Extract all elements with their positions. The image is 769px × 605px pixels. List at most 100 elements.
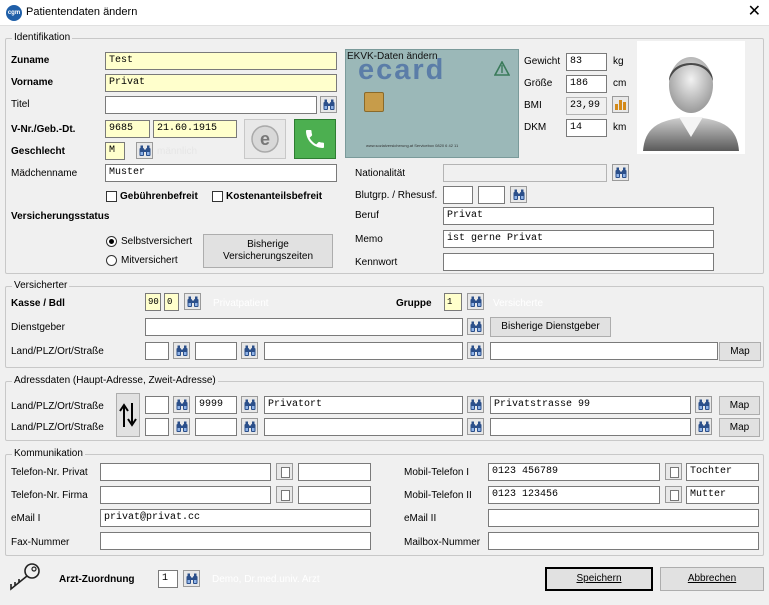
selbstversichert-radio[interactable]: [106, 236, 117, 247]
versicherter-ort-search-button[interactable]: [467, 342, 484, 359]
memo-input[interactable]: ist gerne Privat: [443, 230, 714, 248]
adresse2-land-search-button[interactable]: [173, 418, 190, 435]
versicherter-land-search-button[interactable]: [173, 342, 190, 359]
adresse2-ort-search-button[interactable]: [467, 418, 484, 435]
save-button[interactable]: Speichern: [545, 567, 653, 591]
gruppe-label: Gruppe: [396, 298, 432, 309]
kennwort-input[interactable]: [443, 253, 714, 271]
kostenanteilsbefreit-checkbox[interactable]: [212, 191, 223, 202]
adresse1-map-button[interactable]: Map: [719, 396, 760, 415]
titel-search-button[interactable]: [320, 96, 337, 113]
adresse2-plz-search-button[interactable]: [241, 418, 258, 435]
bisherige-versicherungszeiten-button[interactable]: Bisherige Versicherungszeiten: [203, 234, 333, 268]
gebuehrenbefreit-checkbox[interactable]: [106, 191, 117, 202]
mobil1-note-input[interactable]: Tochter: [686, 463, 759, 481]
email1-input[interactable]: privat@privat.cc: [100, 509, 371, 527]
blutgruppe-input[interactable]: [443, 186, 473, 204]
kasse-search-button[interactable]: [184, 293, 201, 310]
mailbox-input[interactable]: [488, 532, 759, 550]
mitversichert-radio[interactable]: [106, 255, 117, 266]
adresse2-plz-input[interactable]: [195, 418, 237, 436]
birthdate-input[interactable]: 21.60.1915: [153, 120, 237, 138]
adresse1-strasse-search-button[interactable]: [695, 396, 712, 413]
bmi-chart-button[interactable]: [612, 96, 629, 113]
adresse2-strasse-search-button[interactable]: [695, 418, 712, 435]
telefon-privat-note-input[interactable]: [298, 463, 371, 481]
maedchenname-input[interactable]: Muster: [105, 164, 337, 182]
versicherter-ort-input[interactable]: [264, 342, 463, 360]
bdl-input[interactable]: 0: [164, 293, 179, 311]
adresse2-ort-input[interactable]: [264, 418, 463, 436]
telefon-firma-list-icon[interactable]: [276, 486, 293, 503]
ecard-read-button[interactable]: e: [244, 119, 286, 159]
versicherter-plz-search-button[interactable]: [241, 342, 258, 359]
groesse-input[interactable]: 186: [566, 75, 607, 93]
adresse1-plz-input[interactable]: 9999: [195, 396, 237, 414]
dienstgeber-input[interactable]: [145, 318, 463, 336]
swap-arrows-icon: [119, 403, 137, 427]
adresse1-ort-search-button[interactable]: [467, 396, 484, 413]
beruf-input[interactable]: Privat: [443, 207, 714, 225]
kasse-name: Privatpatient: [213, 298, 269, 309]
telefon-firma-input[interactable]: [100, 486, 271, 504]
versicherter-plz-input[interactable]: [195, 342, 237, 360]
email2-label: eMail II: [404, 513, 437, 524]
groesse-label: Größe: [524, 78, 553, 89]
vnr-input[interactable]: 9685: [105, 120, 150, 138]
gruppe-search-button[interactable]: [467, 293, 484, 310]
adresse1-strasse-input[interactable]: Privatstrasse 99: [490, 396, 691, 414]
email2-input[interactable]: [488, 509, 759, 527]
blutgruppe-search-button[interactable]: [510, 186, 527, 203]
kasse-input[interactable]: 90: [145, 293, 161, 311]
mobil1-input[interactable]: 0123 456789: [488, 463, 660, 481]
adresse1-ort-input[interactable]: Privatort: [264, 396, 463, 414]
swap-address-button[interactable]: [116, 393, 140, 437]
email1-label: eMail I: [11, 513, 41, 524]
versicherter-land-input[interactable]: [145, 342, 169, 360]
fax-input[interactable]: [100, 532, 371, 550]
adresse1-label: Land/PLZ/Ort/Straße: [11, 401, 104, 412]
dienstgeber-search-button[interactable]: [467, 318, 484, 335]
telefon-firma-note-input[interactable]: [298, 486, 371, 504]
zuname-input[interactable]: Test: [105, 52, 337, 70]
versicherter-map-button[interactable]: Map: [719, 342, 761, 361]
bar-chart-icon: [615, 100, 626, 110]
geschlecht-search-button[interactable]: [136, 142, 153, 159]
telefon-privat-list-icon[interactable]: [276, 463, 293, 480]
close-icon[interactable]: ✕: [748, 3, 761, 21]
bisherige-dienstgeber-button[interactable]: Bisherige Dienstgeber: [490, 317, 611, 337]
ecard-image[interactable]: EKVK-Daten ändern ecard www.sozialversic…: [345, 49, 519, 158]
cancel-button[interactable]: Abbrechen: [660, 567, 764, 591]
binoculars-icon: [176, 345, 188, 356]
gewicht-input[interactable]: 83: [566, 53, 607, 71]
mobil1-list-icon[interactable]: [665, 463, 682, 480]
gruppe-input[interactable]: 1: [444, 293, 462, 311]
adresse1-plz-search-button[interactable]: [241, 396, 258, 413]
telefon-privat-input[interactable]: [100, 463, 271, 481]
identifikation-group-label: Identifikation: [12, 32, 73, 44]
adresse2-strasse-input[interactable]: [490, 418, 691, 436]
memo-label: Memo: [355, 234, 383, 245]
mobil2-list-icon[interactable]: [665, 486, 682, 503]
nationalitaet-search-button[interactable]: [612, 164, 629, 181]
rhesus-input[interactable]: [478, 186, 505, 204]
mobil2-input[interactable]: 0123 123456: [488, 486, 660, 504]
titel-input[interactable]: [105, 96, 317, 114]
binoculars-icon: [176, 421, 188, 432]
adresse1-land-input[interactable]: [145, 396, 169, 414]
adresse1-land-search-button[interactable]: [173, 396, 190, 413]
geschlecht-input[interactable]: M: [105, 142, 125, 160]
phone-button[interactable]: [294, 119, 336, 159]
versicherter-strasse-input[interactable]: [490, 342, 718, 360]
adresse2-land-input[interactable]: [145, 418, 169, 436]
dkm-input[interactable]: 14: [566, 119, 607, 137]
arzt-zuordnung-input[interactable]: 1: [158, 570, 178, 588]
vorname-input[interactable]: Privat: [105, 74, 337, 92]
patient-photo[interactable]: [637, 41, 745, 154]
mobil2-note-input[interactable]: Mutter: [686, 486, 759, 504]
adresse2-map-button[interactable]: Map: [719, 418, 760, 437]
arzt-zuordnung-search-button[interactable]: [183, 570, 200, 587]
bmi-input: 23,99: [566, 97, 607, 115]
cancel-button-label: Abbrechen: [687, 573, 737, 584]
kommunikation-group-label: Kommunikation: [12, 448, 85, 460]
